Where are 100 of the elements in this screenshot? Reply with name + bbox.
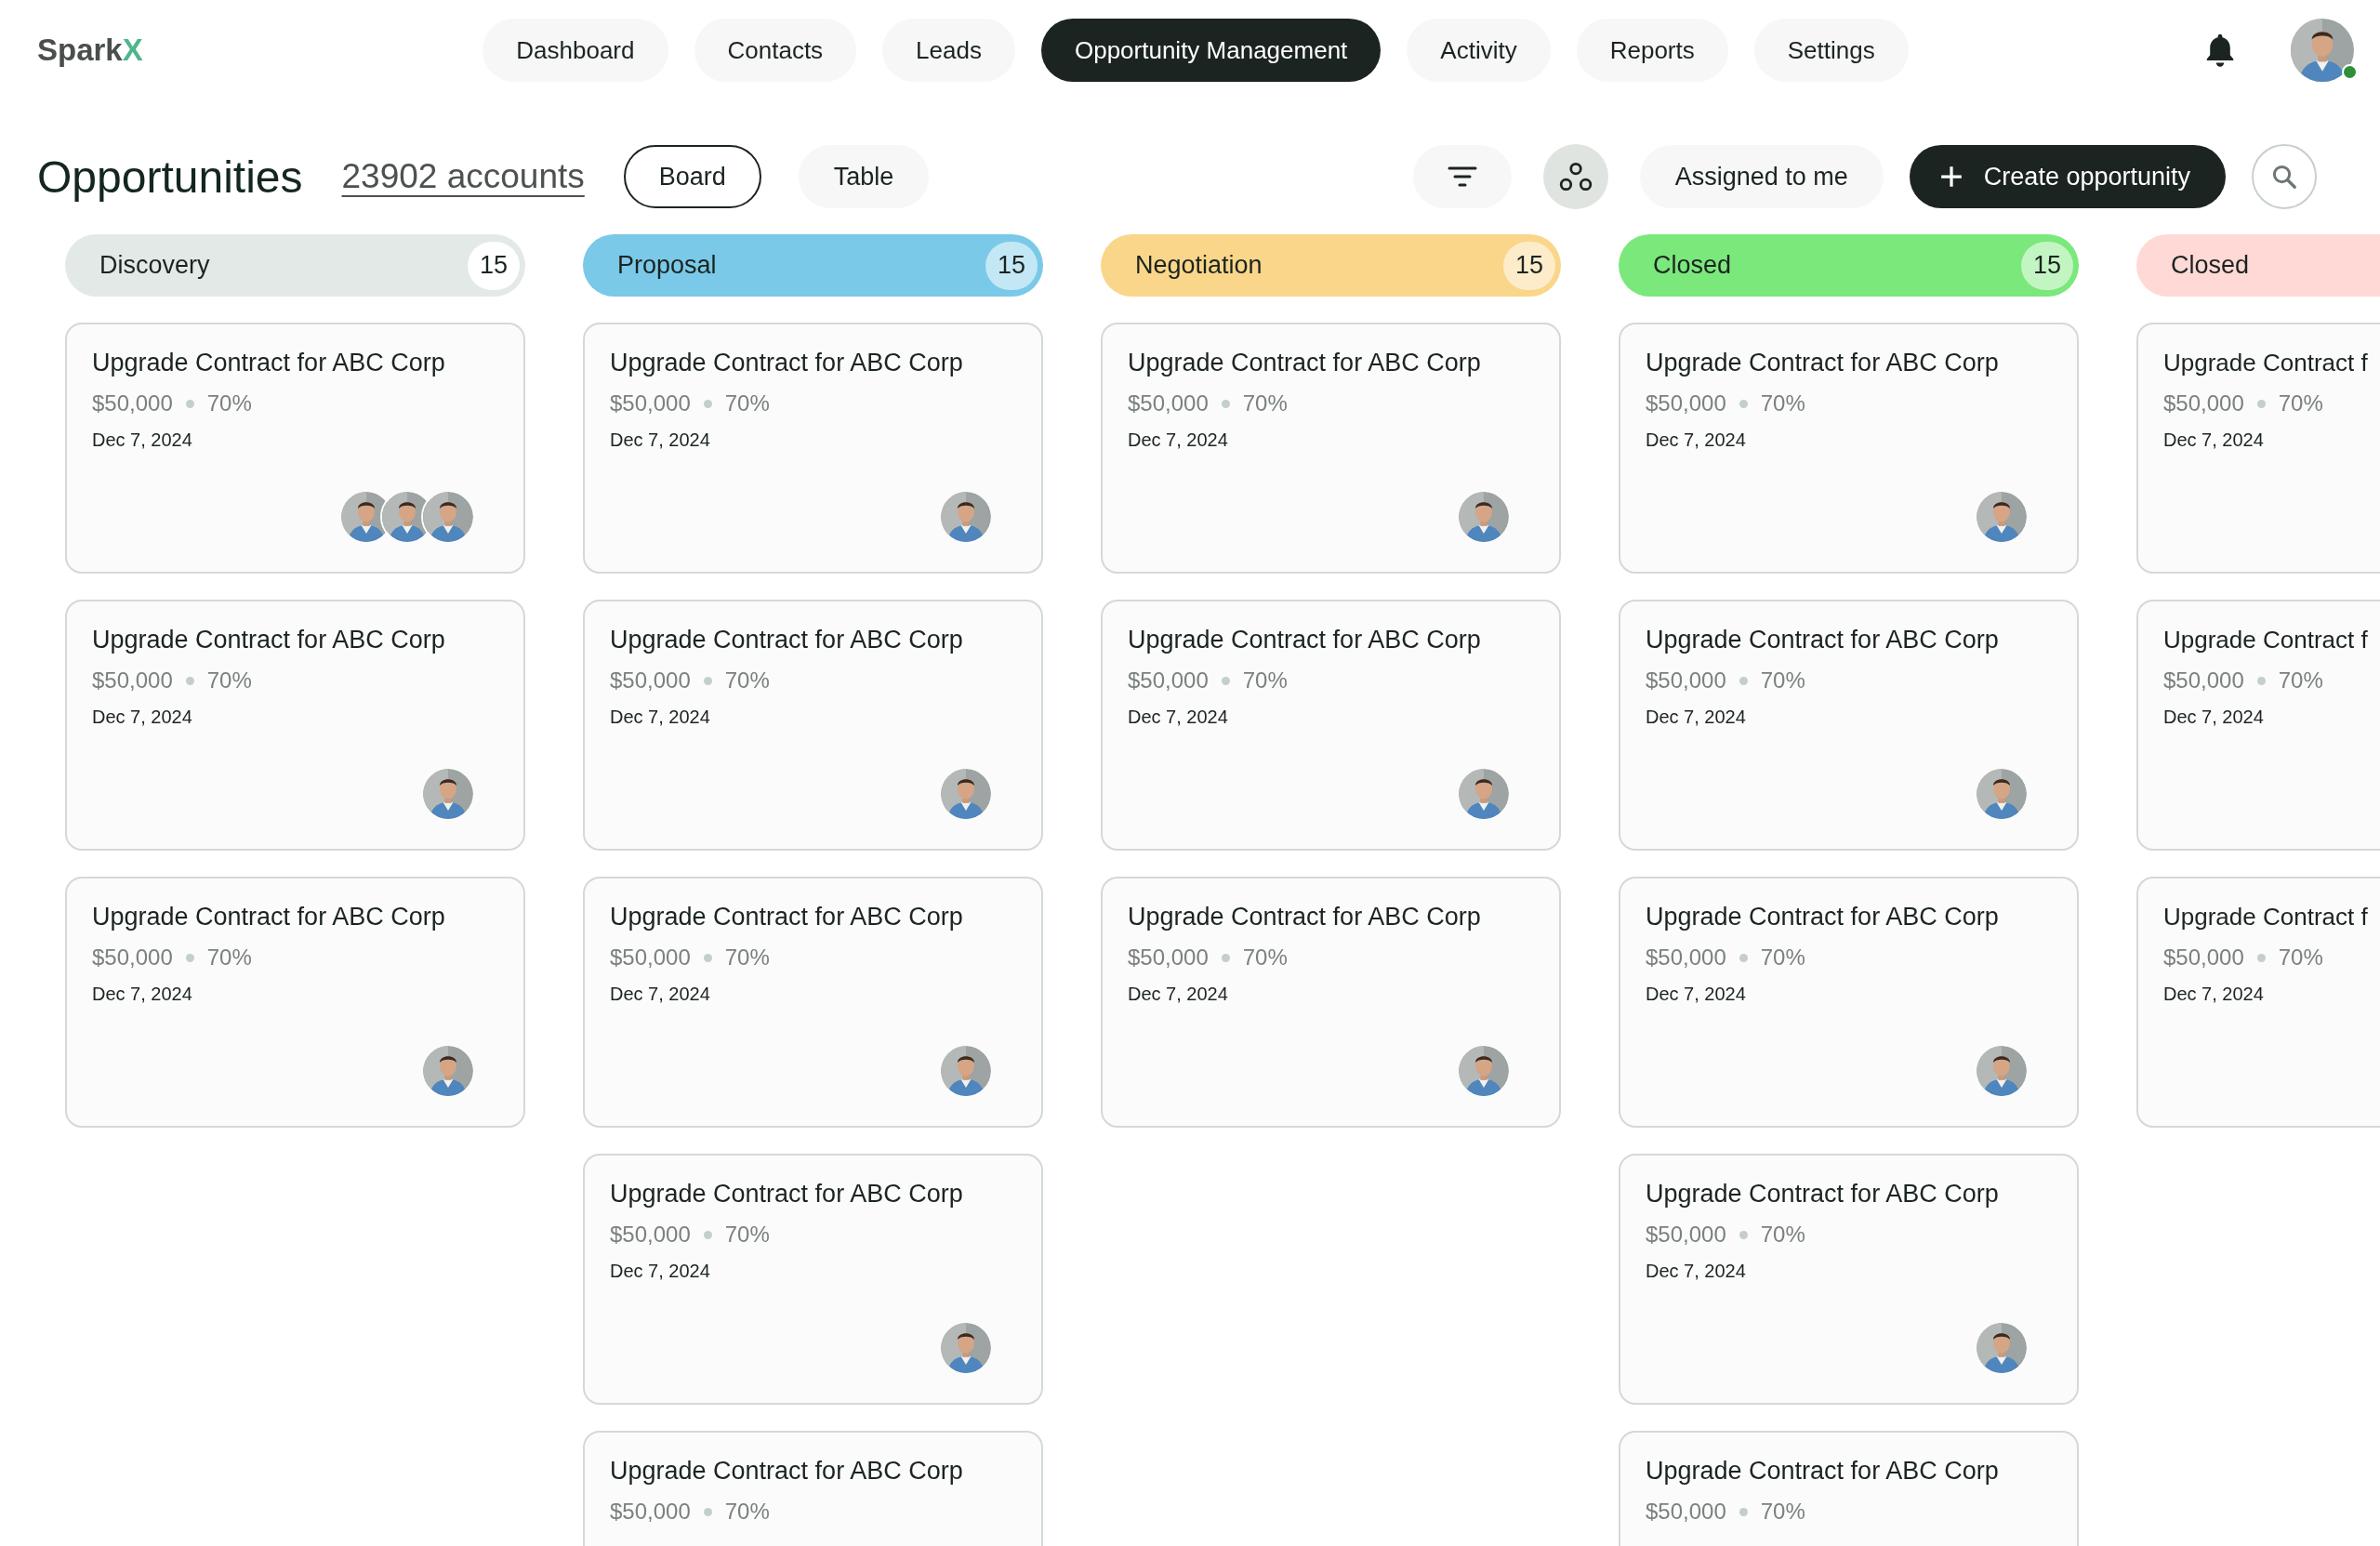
probability: 70% <box>1760 667 1805 694</box>
probability: 70% <box>206 390 252 416</box>
probability: 70% <box>1760 945 1805 971</box>
opportunity-card[interactable]: Upgrade Contract for ABC Corp $50,000 70% Dec 7, 2024 <box>1619 877 2079 1128</box>
card-title: Upgrade Contract for ABC Corp <box>1128 903 1482 932</box>
separator-dot <box>1221 676 1230 685</box>
amount: $50,000 <box>610 667 691 694</box>
close-date: Dec 7, 2024 <box>1646 1261 1747 1282</box>
opportunity-card[interactable]: Upgrade Contract for ABC Corp $50,000 70% Dec 7, 2024 <box>65 323 525 574</box>
stage-count: 15 <box>468 241 520 290</box>
nav-tab[interactable]: Dashboard <box>483 19 668 82</box>
close-date: Dec 7, 2024 <box>610 1261 711 1282</box>
stage-name: Closed <box>2171 251 2250 280</box>
amount: $50,000 <box>2163 390 2244 416</box>
nav-tab[interactable]: Leads <box>882 19 1015 82</box>
separator-dot <box>1739 1230 1748 1239</box>
close-date: Dec 7, 2024 <box>610 429 711 451</box>
stage-count: 15 <box>1503 241 1555 290</box>
separator-dot <box>2256 676 2266 685</box>
stage-name: Negotiation <box>1135 251 1263 280</box>
plus-icon <box>1938 165 1964 189</box>
amount: $50,000 <box>2163 667 2244 694</box>
probability: 70% <box>2278 945 2323 971</box>
card-title: Upgrade Contract for ABC Corp <box>610 626 964 654</box>
close-date: Dec 7, 2024 <box>610 707 711 728</box>
opportunity-card[interactable]: Upgrade Contract for ABC Corp $50,000 70% Dec 7, 2024 <box>65 600 525 851</box>
opportunity-card[interactable]: Upgrade Contract for ABC Corp $50,000 70% <box>1619 1431 2079 1546</box>
amount: $50,000 <box>610 1222 691 1248</box>
probability: 70% <box>724 390 770 416</box>
nav-tab[interactable]: Activity <box>1407 19 1551 82</box>
close-date: Dec 7, 2024 <box>1128 429 1229 451</box>
card-title: Upgrade Contract for ABC Corp <box>1646 1180 2000 1209</box>
separator-dot <box>1739 399 1748 408</box>
card-title: Upgrade Contract for ABC Corp <box>610 1180 964 1209</box>
opportunity-card[interactable]: Upgrade Contract for ABC Corp $50,000 70% Dec 7, 2024 <box>583 323 1043 574</box>
close-date: Dec 7, 2024 <box>1646 429 1747 451</box>
probability: 70% <box>1242 390 1288 416</box>
opportunity-card[interactable]: Upgrade Contract for ABC Corp $50,000 70% <box>583 1431 1043 1546</box>
opportunity-card[interactable]: Upgrade Contract f $50,000 70% Dec 7, 2024 <box>2136 323 2380 574</box>
opportunity-card[interactable]: Upgrade Contract for ABC Corp $50,000 70% Dec 7, 2024 <box>583 600 1043 851</box>
opportunity-card[interactable]: Upgrade Contract for ABC Corp $50,000 70% Dec 7, 2024 <box>583 1154 1043 1405</box>
card-title: Upgrade Contract for ABC Corp <box>92 626 446 654</box>
opportunity-card[interactable]: Upgrade Contract for ABC Corp $50,000 70% Dec 7, 2024 <box>65 877 525 1128</box>
probability: 70% <box>724 667 770 694</box>
three-circles-icon <box>1557 161 1593 192</box>
probability: 70% <box>2278 390 2323 416</box>
separator-dot <box>703 676 712 685</box>
close-date: Dec 7, 2024 <box>2163 984 2265 1005</box>
create-opportunity-button[interactable]: Create opportunity <box>1909 145 2226 208</box>
close-date: Dec 7, 2024 <box>1646 707 1747 728</box>
probability: 70% <box>724 945 770 971</box>
view-toggle[interactable]: Board <box>623 145 761 208</box>
card-title: Upgrade Contract for ABC Corp <box>610 1457 964 1486</box>
view-toggle[interactable]: Table <box>798 145 930 208</box>
stage-name: Proposal <box>617 251 717 280</box>
probability: 70% <box>1242 667 1288 694</box>
opportunity-card[interactable]: Upgrade Contract for ABC Corp $50,000 70% Dec 7, 2024 <box>1619 600 2079 851</box>
opportunity-card[interactable]: Upgrade Contract for ABC Corp $50,000 70% Dec 7, 2024 <box>583 877 1043 1128</box>
card-title: Upgrade Contract f <box>2163 903 2369 932</box>
card-title: Upgrade Contract f <box>2163 349 2369 377</box>
card-title: Upgrade Contract for ABC Corp <box>610 349 964 377</box>
nav-tab[interactable]: Settings <box>1753 19 1909 82</box>
opportunity-card[interactable]: Upgrade Contract for ABC Corp $50,000 70% Dec 7, 2024 <box>1101 877 1561 1128</box>
card-title: Upgrade Contract for ABC Corp <box>1646 1457 2000 1486</box>
probability: 70% <box>724 1499 770 1525</box>
card-title: Upgrade Contract for ABC Corp <box>1646 626 2000 654</box>
amount: $50,000 <box>1128 390 1209 416</box>
nav-tab[interactable]: Contacts <box>694 19 857 82</box>
accounts-link[interactable]: 23902 accounts <box>341 157 585 196</box>
nav-tab[interactable]: Reports <box>1576 19 1728 82</box>
opportunity-card[interactable]: Upgrade Contract f $50,000 70% Dec 7, 2024 <box>2136 877 2380 1128</box>
card-title: Upgrade Contract for ABC Corp <box>92 903 446 932</box>
search-icon <box>2270 163 2298 191</box>
card-title: Upgrade Contract for ABC Corp <box>1128 626 1482 654</box>
amount: $50,000 <box>610 1499 691 1525</box>
amount: $50,000 <box>1128 667 1209 694</box>
opportunity-card[interactable]: Upgrade Contract f $50,000 70% Dec 7, 2024 <box>2136 600 2380 851</box>
probability: 70% <box>724 1222 770 1248</box>
separator-dot <box>185 399 194 408</box>
stage-count: 15 <box>985 241 1038 290</box>
separator-dot <box>1739 676 1748 685</box>
card-title: Upgrade Contract f <box>2163 626 2369 654</box>
amount: $50,000 <box>610 945 691 971</box>
nav-tab[interactable]: Opportunity Management <box>1040 19 1382 82</box>
opportunity-card[interactable]: Upgrade Contract for ABC Corp $50,000 70% Dec 7, 2024 <box>1619 1154 2079 1405</box>
card-title: Upgrade Contract for ABC Corp <box>1646 903 2000 932</box>
opportunity-card[interactable]: Upgrade Contract for ABC Corp $50,000 70% Dec 7, 2024 <box>1619 323 2079 574</box>
assigned-to-me-button[interactable]: Assigned to me <box>1639 145 1884 208</box>
opportunity-card[interactable]: Upgrade Contract for ABC Corp $50,000 70% Dec 7, 2024 <box>1101 323 1561 574</box>
amount: $50,000 <box>1128 945 1209 971</box>
separator-dot <box>1739 953 1748 962</box>
amount: $50,000 <box>610 390 691 416</box>
amount: $50,000 <box>2163 945 2244 971</box>
opportunity-card[interactable]: Upgrade Contract for ABC Corp $50,000 70% Dec 7, 2024 <box>1101 600 1561 851</box>
stage-count: 15 <box>2021 241 2073 290</box>
separator-dot <box>2256 953 2266 962</box>
close-date: Dec 7, 2024 <box>92 429 193 451</box>
close-date: Dec 7, 2024 <box>1128 707 1229 728</box>
stage-name: Discovery <box>99 251 210 280</box>
amount: $50,000 <box>1646 1222 1726 1248</box>
